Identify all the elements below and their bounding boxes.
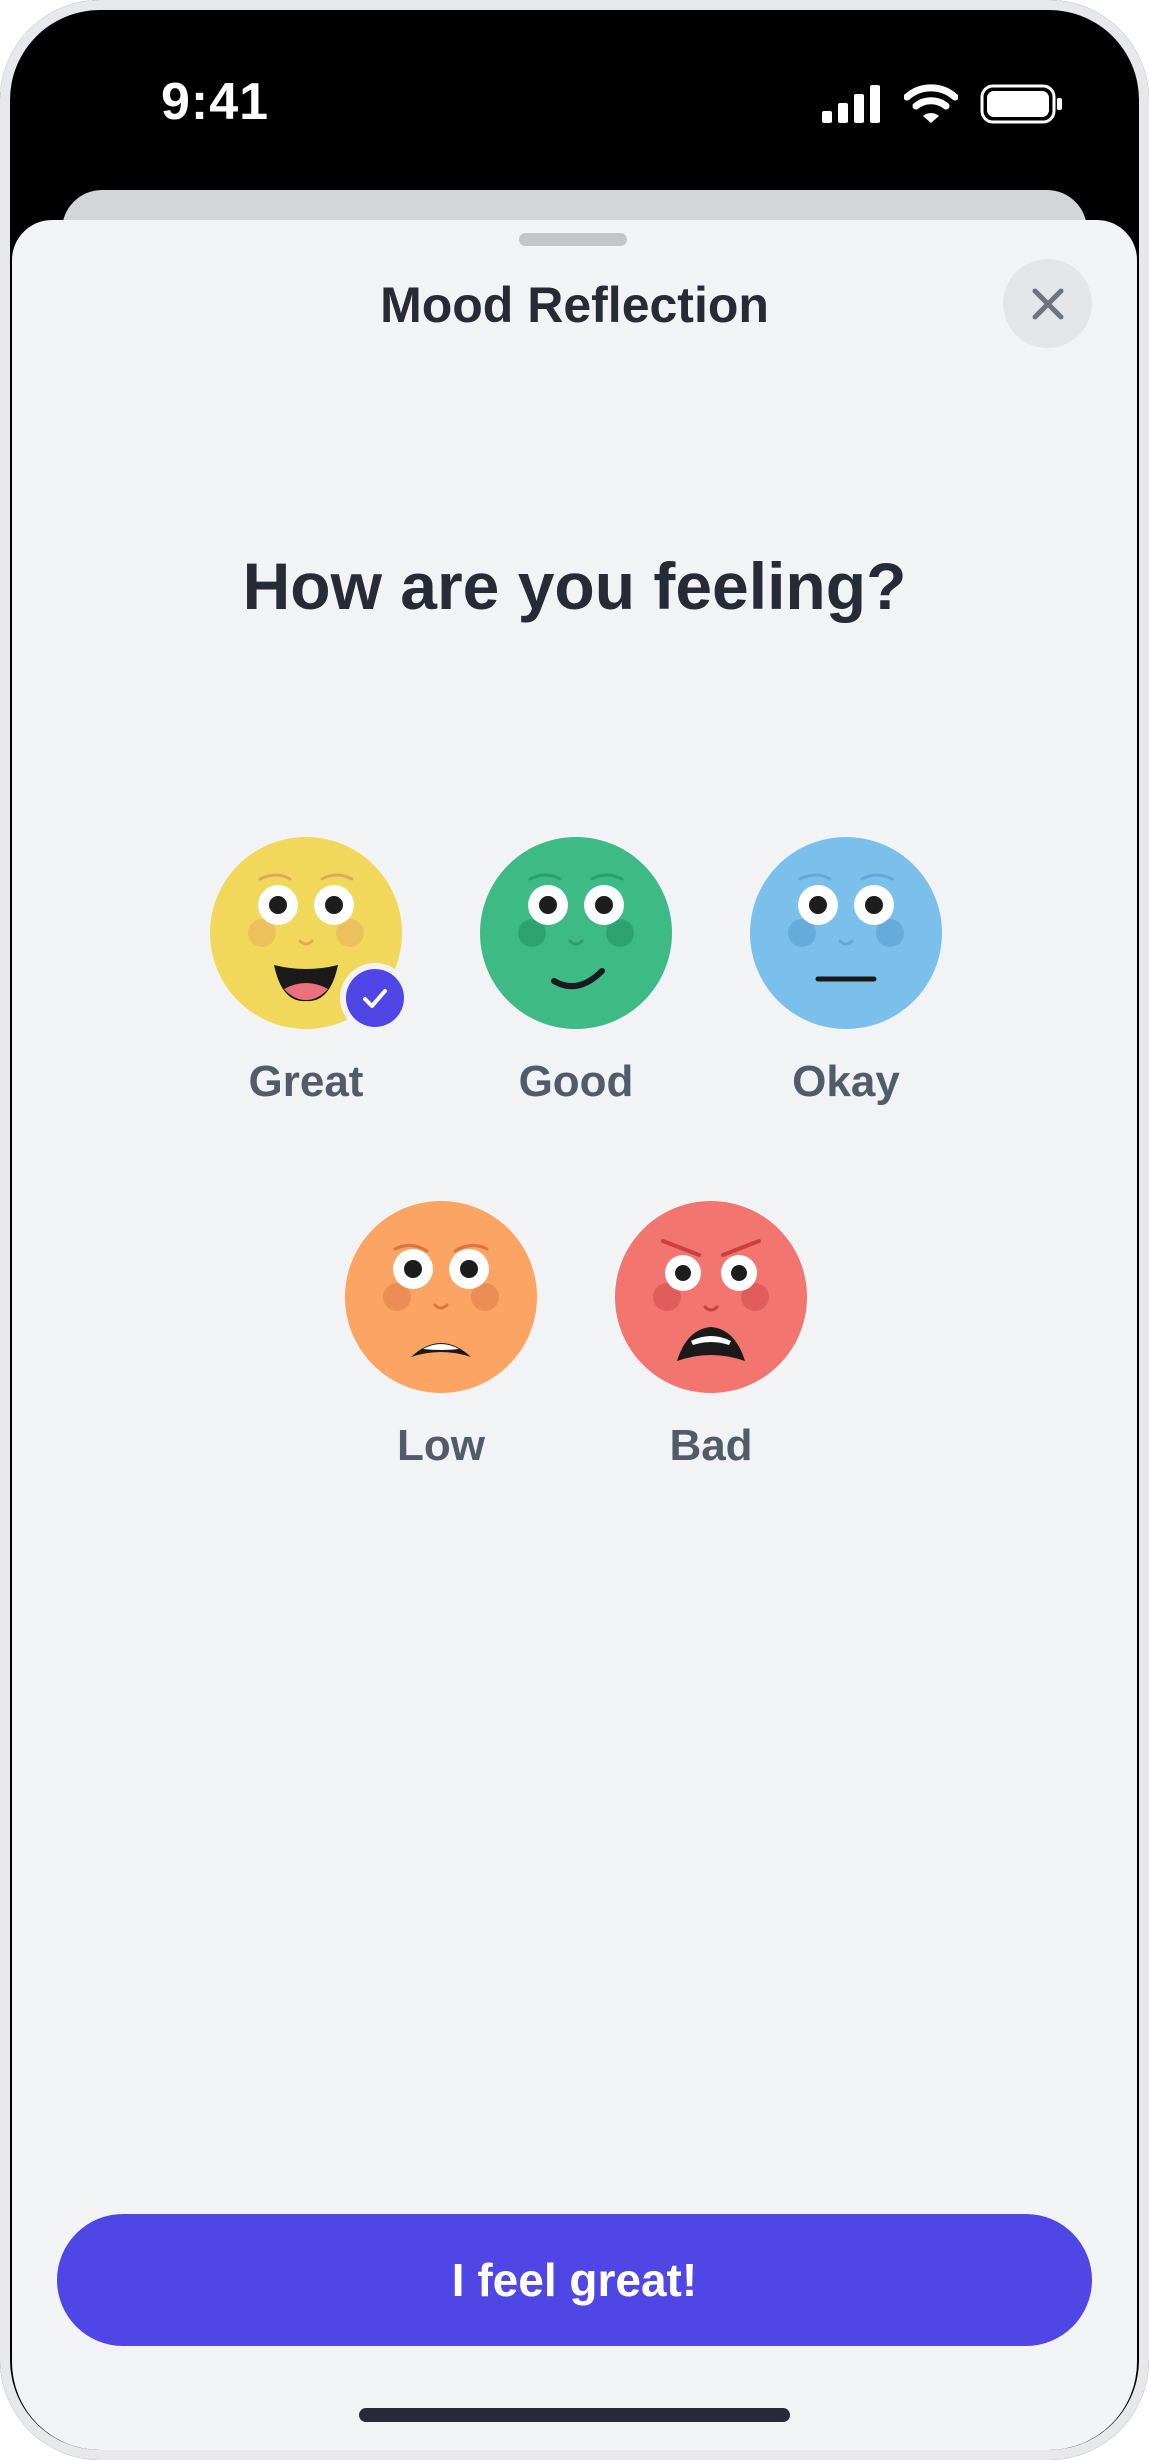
great-face-icon — [210, 837, 404, 1029]
confirm-mood-button[interactable]: I feel great! — [57, 2214, 1092, 2346]
mood-label: Great — [248, 1057, 364, 1106]
selected-check-icon — [346, 969, 404, 1027]
mood-option-good[interactable]: Good — [446, 837, 706, 1107]
phone-frame: 9:41 Mood Reflection How are you feeling… — [0, 0, 1149, 2460]
bad-face-icon — [615, 1201, 807, 1393]
low-face-icon — [345, 1201, 537, 1393]
mood-option-low[interactable]: Low — [311, 1201, 571, 1471]
mood-label: Good — [518, 1057, 634, 1106]
mood-label: Bad — [669, 1421, 753, 1470]
mood-label: Low — [397, 1421, 485, 1470]
mood-label: Okay — [792, 1057, 900, 1106]
mood-option-okay[interactable]: Okay — [716, 837, 976, 1107]
status-icons — [822, 84, 1064, 124]
cellular-signal-icon — [822, 85, 880, 123]
sheet-grabber[interactable] — [519, 233, 627, 246]
home-indicator — [359, 2408, 790, 2422]
mood-option-great[interactable]: Great — [176, 837, 436, 1107]
mood-option-bad[interactable]: Bad — [581, 1201, 841, 1471]
battery-icon — [980, 84, 1062, 124]
close-icon — [1032, 288, 1063, 319]
mood-question: How are you feeling? — [242, 549, 907, 623]
status-bar: 9:41 — [0, 0, 1149, 200]
close-button[interactable] — [1003, 259, 1092, 348]
wifi-icon — [904, 84, 958, 123]
good-face-icon — [480, 837, 672, 1029]
okay-face-icon — [750, 837, 942, 1029]
sheet-title: Mood Reflection — [380, 277, 769, 333]
status-time: 9:41 — [161, 73, 270, 131]
